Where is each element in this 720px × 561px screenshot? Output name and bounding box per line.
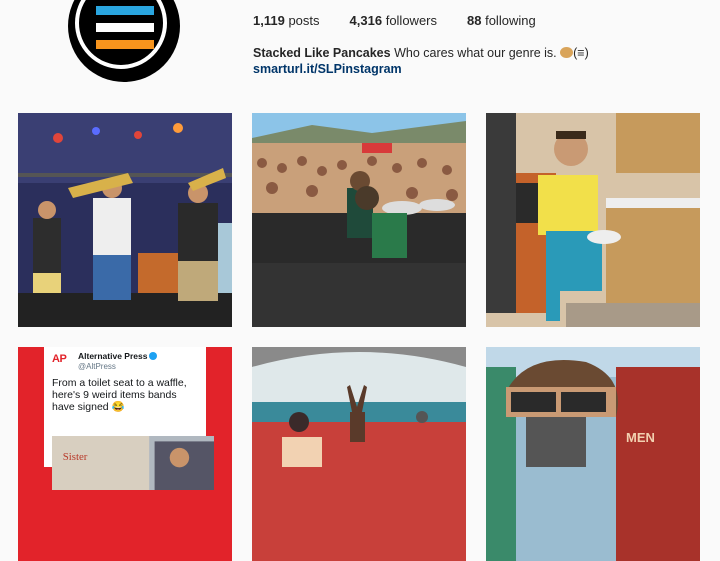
verified-icon (149, 352, 158, 360)
stripe-top (96, 6, 154, 15)
bio-trailing: (≡) (573, 46, 589, 60)
posts-count: 1,119 (253, 13, 285, 28)
profile-name: Stacked Like Pancakes (253, 46, 391, 60)
post-image-band-stage (18, 113, 232, 327)
grid-post-4[interactable]: AP Alternative Press @AltPress From a to… (18, 347, 232, 561)
ap-logo: AP (52, 353, 67, 365)
post-image-sunglasses-mural: MEN (486, 347, 700, 561)
profile-avatar[interactable] (68, 0, 180, 82)
grid-post-3[interactable] (486, 113, 700, 327)
following-stat[interactable]: 88 following (467, 13, 536, 28)
posts-stat: 1,119 posts (253, 13, 320, 28)
tweet-handle: @AltPress (78, 362, 116, 371)
followers-stat[interactable]: 4,316 followers (350, 13, 437, 28)
tweet-card: AP Alternative Press @AltPress From a to… (44, 347, 214, 490)
following-count: 88 (467, 13, 482, 28)
bio-link[interactable]: smarturl.it/SLPinstagram (253, 62, 402, 76)
bio-text: Who cares what our genre is. (394, 46, 557, 60)
followers-count: 4,316 (349, 13, 383, 28)
post-image-festival-crowd (252, 113, 466, 327)
post-image-man-yellow-shirt (486, 113, 700, 327)
posts-label: posts (288, 13, 320, 28)
svg-text:Sister: Sister (63, 451, 88, 463)
followers-label: followers (385, 13, 437, 28)
svg-text:MEN: MEN (626, 430, 655, 445)
following-label: following (485, 13, 536, 28)
post-image-festival-singer (252, 347, 466, 561)
tweet-media-image: Sister (52, 436, 214, 490)
stripe-middle (96, 23, 154, 32)
grid-post-2[interactable] (252, 113, 466, 327)
grid-post-1[interactable] (18, 113, 232, 327)
grid-post-5[interactable] (252, 347, 466, 561)
profile-bio: Stacked Like Pancakes Who cares what our… (253, 44, 589, 62)
tweet-account-name: Alternative Press (78, 351, 158, 361)
profile-stats: 1,119 posts 4,316 followers 88 following (253, 13, 566, 28)
pancake-emoji-icon (560, 47, 574, 58)
grid-post-6[interactable]: MEN (486, 347, 700, 561)
stripe-bottom (96, 40, 154, 49)
